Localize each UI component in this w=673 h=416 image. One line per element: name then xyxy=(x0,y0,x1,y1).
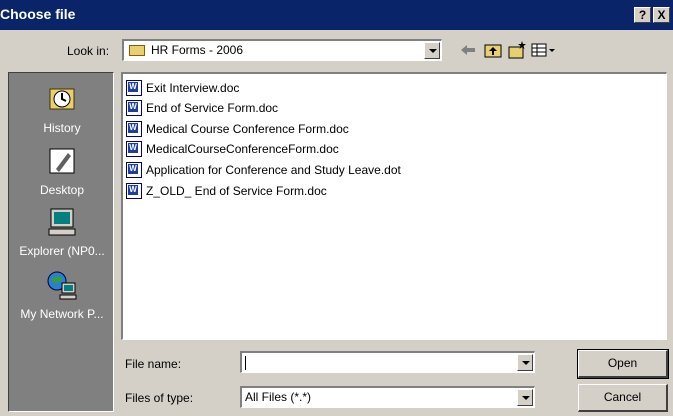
look-in-label-text: Look in: xyxy=(67,44,110,58)
help-button[interactable]: ? xyxy=(634,7,651,23)
network-places-icon xyxy=(47,271,77,300)
place-label: My Network P... xyxy=(20,307,104,321)
files-of-type-dropdown[interactable]: All Files (*.*) xyxy=(240,386,535,408)
word-doc-icon xyxy=(126,80,142,96)
place-label: History xyxy=(43,121,81,135)
place-network[interactable]: My Network P... xyxy=(9,269,115,321)
place-desktop[interactable]: Desktop xyxy=(9,145,115,197)
files-of-type-value: All Files (*.*) xyxy=(245,390,312,404)
files-of-type-label: Files of type: xyxy=(125,391,194,405)
place-label: Desktop xyxy=(39,183,85,197)
chevron-down-icon[interactable] xyxy=(424,42,440,59)
word-template-icon xyxy=(126,162,142,178)
look-in-value: HR Forms - 2006 xyxy=(151,43,244,57)
window-title: Choose file xyxy=(0,6,76,22)
file-name: End of Service Form.doc xyxy=(146,101,279,115)
file-name: Application for Conference and Study Lea… xyxy=(146,163,401,177)
computer-icon xyxy=(48,208,76,236)
cancel-button[interactable]: Cancel xyxy=(578,384,668,412)
file-name: MedicalCourseConferenceForm.doc xyxy=(146,142,339,156)
arrow-left-icon[interactable] xyxy=(458,40,478,60)
places-bar: History Desktop Explorer (NP0... My Netw… xyxy=(8,72,114,412)
word-doc-icon xyxy=(126,141,142,157)
place-history[interactable]: History xyxy=(9,83,115,135)
desktop-icon xyxy=(49,148,75,174)
word-doc-icon xyxy=(126,121,142,137)
close-button[interactable]: X xyxy=(653,7,670,23)
file-name-input[interactable] xyxy=(240,351,535,373)
views-menu-icon[interactable] xyxy=(530,40,556,60)
history-icon xyxy=(49,88,75,110)
folder-icon xyxy=(129,45,145,56)
folder-up-icon[interactable] xyxy=(483,40,503,60)
file-name: Exit Interview.doc xyxy=(146,81,240,95)
word-doc-icon xyxy=(126,183,142,199)
chevron-down-icon[interactable] xyxy=(517,389,533,406)
new-folder-icon[interactable] xyxy=(507,40,527,60)
open-button[interactable]: Open xyxy=(577,349,669,379)
file-name: Z_OLD_ End of Service Form.doc xyxy=(146,184,327,198)
look-in-label: Look in: xyxy=(67,44,109,58)
file-name-label: File name: xyxy=(125,357,182,371)
file-list[interactable]: Exit Interview.doc End of Service Form.d… xyxy=(121,72,667,340)
place-label: Explorer (NP0... xyxy=(19,244,105,258)
title-bar: Choose file ? X xyxy=(0,0,673,30)
file-name: Medical Course Conference Form.doc xyxy=(146,122,349,136)
word-doc-icon xyxy=(126,100,142,116)
text-cursor xyxy=(245,356,246,370)
chevron-down-icon[interactable] xyxy=(517,354,533,371)
look-in-dropdown[interactable]: HR Forms - 2006 xyxy=(122,39,442,61)
place-explorer[interactable]: Explorer (NP0... xyxy=(9,206,115,258)
